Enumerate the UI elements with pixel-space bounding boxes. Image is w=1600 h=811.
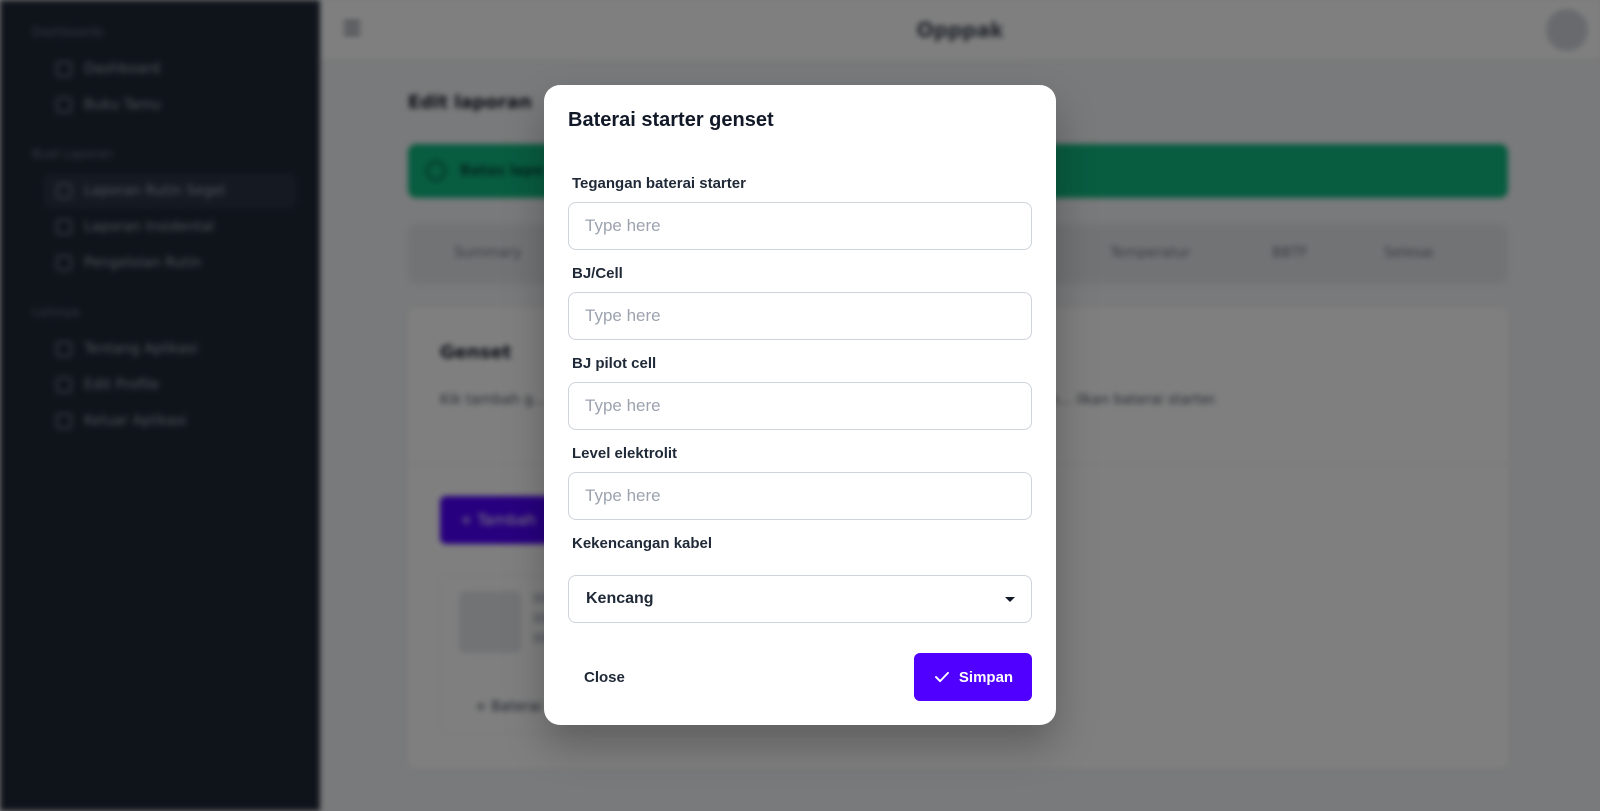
select-value: Kencang (586, 590, 654, 607)
kekencangan-select[interactable]: Kencang (568, 575, 1032, 623)
level-elektrolit-label: Level elektrolit (572, 445, 678, 462)
save-button-label: Simpan (958, 668, 1014, 686)
chevron-down-icon (1005, 597, 1015, 602)
modal-title: Baterai starter genset (568, 109, 774, 131)
tegangan-label: Tegangan baterai starter (572, 175, 746, 192)
close-button[interactable]: Close (568, 653, 641, 701)
bj-cell-input[interactable] (568, 292, 1032, 340)
battery-modal: Baterai starter genset Tegangan baterai … (544, 85, 1056, 725)
save-button[interactable]: Simpan (914, 653, 1032, 701)
level-elektrolit-input[interactable] (568, 472, 1032, 520)
bj-cell-label: BJ/Cell (572, 265, 623, 282)
kekencangan-label: Kekencangan kabel (572, 535, 713, 552)
tegangan-input[interactable] (568, 202, 1032, 250)
bj-pilot-cell-label: BJ pilot cell (572, 355, 657, 372)
check-icon (934, 671, 949, 683)
bj-pilot-cell-input[interactable] (568, 382, 1032, 430)
